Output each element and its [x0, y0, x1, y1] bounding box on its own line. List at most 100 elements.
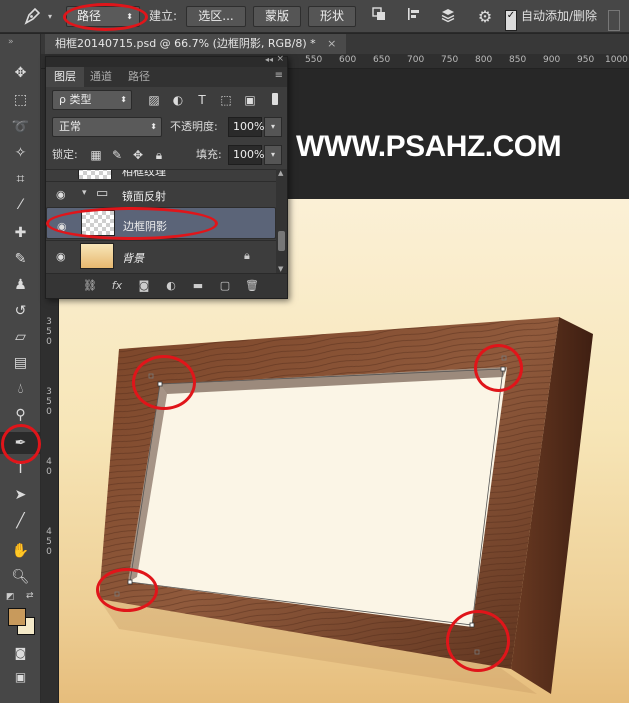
layer-group-row[interactable]: ◉ ▾ ▭ 镜面反射	[46, 181, 276, 207]
trash-icon[interactable]: 🗑︎	[244, 278, 260, 294]
make-selection-button[interactable]: 选区...	[186, 6, 246, 27]
path-selection-tool-icon[interactable]: ➤	[0, 484, 41, 506]
align-edges-checkbox[interactable]	[608, 10, 620, 31]
ruler-tick: 700	[407, 55, 425, 65]
panel-menu-icon[interactable]: ≡	[275, 70, 283, 81]
lock-position-icon[interactable]: ✥	[130, 147, 146, 163]
tab-layers[interactable]: 图层	[46, 67, 84, 87]
auto-add-delete-checkbox[interactable]: ✓	[505, 10, 517, 31]
path-arrangement-icon[interactable]	[437, 6, 459, 27]
pen-icon[interactable]	[22, 6, 44, 27]
layers-footer: ⛓ fx ◙ ◐ ▬ ▢ 🗑︎	[46, 273, 287, 298]
visibility-eye-icon[interactable]: ◉	[56, 250, 66, 263]
line-tool-icon[interactable]: ╱	[0, 510, 41, 532]
pen-tool-highlight-ring	[1, 424, 41, 464]
link-icon[interactable]: ⛓	[82, 278, 98, 294]
layers-panel: ◂◂ × 图层 通道 路径 ≡ ρ 类型 ⬍ ▨ ◐ T ⬚ ▣ 正常 ⬍ 不透…	[45, 54, 288, 299]
filter-toggle-icon[interactable]	[272, 93, 278, 105]
zoom-tool-icon[interactable]: 🔍︎	[0, 566, 41, 588]
clone-stamp-tool-icon[interactable]: ♟	[0, 274, 41, 296]
hand-tool-icon[interactable]: ✋	[0, 540, 41, 562]
lock-icon: 🔒︎	[244, 249, 250, 262]
layer-filter-select[interactable]: ρ 类型 ⬍	[52, 90, 132, 110]
visibility-eye-icon[interactable]: ◉	[56, 188, 66, 201]
swap-colors-icon[interactable]: ⇄	[26, 591, 34, 601]
lock-label: 锁定:	[52, 148, 78, 161]
tab-paths[interactable]: 路径	[120, 67, 158, 87]
mask-icon[interactable]: ◙	[136, 278, 152, 294]
tools-panel: » ✥ ⬚ ➰ ✧ ⌗ ⁄ ✚ ✎ ♟ ↺ ▱ ▤ 💧︎ ⚲ ✒ T ➤ ╱ ✋…	[0, 34, 41, 703]
collapse-panel-icon[interactable]: ◂◂	[265, 55, 273, 64]
layer-row[interactable]: ◉ 背景 🔒︎	[46, 240, 276, 272]
panel-header: ◂◂ ×	[46, 54, 287, 67]
document-tab-title: 相框20140715.psd @ 66.7% (边框阴影, RGB/8) *	[55, 37, 316, 50]
ruler-tick: 0	[46, 467, 52, 477]
quick-mask-icon[interactable]: ◙	[0, 642, 41, 664]
tool-preset-caret-icon[interactable]: ▾	[48, 6, 56, 27]
screen-mode-icon[interactable]: ▣	[0, 666, 41, 688]
path-operations-icon[interactable]	[368, 6, 390, 27]
filter-pixel-icon[interactable]: ▨	[146, 92, 162, 108]
scroll-up-icon[interactable]: ▲	[278, 169, 283, 177]
layers-scrollbar[interactable]: ▲ ▼	[276, 169, 287, 273]
group-expand-icon[interactable]: ▾	[82, 188, 87, 198]
make-mask-button[interactable]: 蒙版	[253, 6, 301, 27]
healing-brush-tool-icon[interactable]: ✚	[0, 222, 41, 244]
ruler-tick: 900	[543, 55, 561, 65]
default-colors-icon[interactable]: ◩	[6, 592, 15, 602]
gear-icon[interactable]: ⚙	[474, 6, 496, 27]
new-layer-icon[interactable]: ▢	[217, 278, 233, 294]
history-brush-tool-icon[interactable]: ↺	[0, 300, 41, 322]
dodge-tool-icon[interactable]: ⚲	[0, 404, 41, 426]
filter-type-icon[interactable]: T	[194, 92, 210, 108]
layer-name: 背景	[122, 252, 144, 265]
ruler-tick: 1000	[605, 55, 628, 65]
lock-pixels-icon[interactable]: ✎	[109, 147, 125, 163]
gradient-tool-icon[interactable]: ▤	[0, 352, 41, 374]
filter-smart-object-icon[interactable]: ▣	[242, 92, 258, 108]
magic-wand-tool-icon[interactable]: ✧	[0, 142, 41, 164]
scrollbar-thumb[interactable]	[278, 231, 285, 251]
auto-add-delete-label: 自动添加/删除	[521, 9, 598, 23]
foreground-color-swatch[interactable]	[8, 608, 26, 626]
path-alignment-icon[interactable]	[403, 6, 425, 27]
filter-adjustment-icon[interactable]: ◐	[170, 92, 186, 108]
fill-input[interactable]: 100%	[228, 145, 264, 165]
folder-icon: ▭	[96, 186, 109, 201]
fx-icon[interactable]: fx	[109, 278, 125, 294]
filter-shape-icon[interactable]: ⬚	[218, 92, 234, 108]
lock-all-icon[interactable]: 🔒︎	[151, 147, 167, 163]
close-panel-icon[interactable]: ×	[276, 54, 284, 64]
blend-mode-select[interactable]: 正常 ⬍	[52, 117, 162, 137]
layer-filter-value: ρ 类型	[59, 93, 92, 106]
marquee-tool-icon[interactable]: ⬚	[0, 89, 41, 111]
lasso-tool-icon[interactable]: ➰	[0, 116, 41, 138]
fill-dropdown-icon[interactable]: ▾	[264, 145, 282, 165]
eyedropper-tool-icon[interactable]: ⁄	[0, 194, 41, 216]
make-shape-button[interactable]: 形状	[308, 6, 356, 27]
ruler-tick: 5	[46, 537, 52, 547]
folder-icon[interactable]: ▬	[190, 278, 206, 294]
opacity-input[interactable]: 100%	[228, 117, 264, 137]
layer-row[interactable]: 相框纹理	[46, 169, 276, 179]
lock-transparent-icon[interactable]: ▦	[88, 147, 104, 163]
document-tab[interactable]: 相框20140715.psd @ 66.7% (边框阴影, RGB/8) * ×	[45, 34, 347, 54]
opacity-dropdown-icon[interactable]: ▾	[264, 117, 282, 137]
eraser-tool-icon[interactable]: ▱	[0, 326, 41, 348]
move-tool-icon[interactable]: ✥	[0, 62, 41, 84]
crop-tool-icon[interactable]: ⌗	[0, 168, 41, 190]
corner-anchor-highlight-ring	[474, 344, 523, 392]
blur-tool-icon[interactable]: 💧︎	[0, 378, 41, 400]
layer-name: 镜面反射	[122, 190, 166, 203]
close-document-icon[interactable]: ×	[327, 37, 336, 50]
select-arrows-icon: ⬍	[150, 122, 157, 131]
adjustment-icon[interactable]: ◐	[163, 278, 179, 294]
ruler-tick: 3	[46, 387, 52, 397]
layer-thumbnail	[80, 243, 114, 269]
brush-tool-icon[interactable]: ✎	[0, 248, 41, 270]
scroll-down-icon[interactable]: ▼	[278, 265, 283, 273]
panel-tabs: 图层 通道 路径 ≡	[46, 67, 287, 87]
collapse-toolbar-icon[interactable]: »	[8, 37, 14, 47]
tab-channels[interactable]: 通道	[82, 67, 120, 87]
document-tab-bar: 相框20140715.psd @ 66.7% (边框阴影, RGB/8) * ×	[41, 34, 629, 54]
